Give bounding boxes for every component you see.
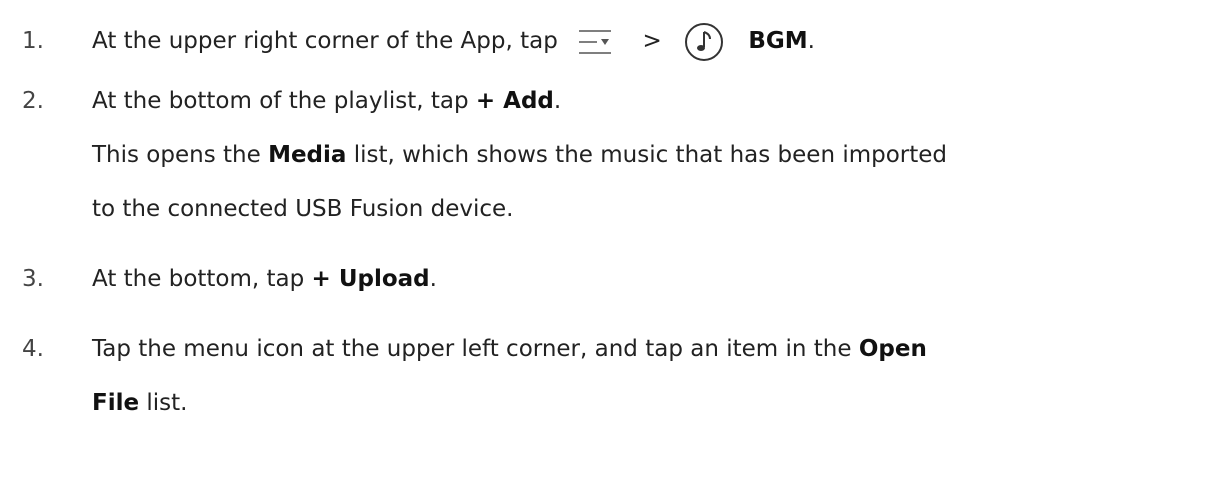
upload-label: + Upload bbox=[311, 266, 430, 292]
step-number: 2. bbox=[22, 88, 44, 114]
instruction-steps: 1. At the upper right corner of the App,… bbox=[0, 0, 1216, 430]
bgm-label: BGM bbox=[748, 28, 808, 54]
add-label: + Add bbox=[475, 88, 554, 114]
step-4-line-2: File list. bbox=[0, 376, 1216, 430]
step-text: list. bbox=[139, 390, 188, 416]
step-4: 4. Tap the menu icon at the upper left c… bbox=[0, 322, 1216, 376]
step-3: 3. At the bottom, tap + Upload. bbox=[0, 252, 1216, 306]
step-2: 2. At the bottom of the playlist, tap + … bbox=[0, 74, 1216, 128]
step-text: list, which shows the music that has bee… bbox=[346, 142, 948, 168]
step-number: 4. bbox=[22, 336, 44, 362]
step-text: to the connected USB Fusion device. bbox=[92, 196, 514, 222]
step-1: 1. At the upper right corner of the App,… bbox=[0, 14, 1216, 68]
step-text-end: . bbox=[553, 88, 562, 114]
step-text: At the bottom, tap bbox=[92, 266, 312, 292]
step-text-end: . bbox=[807, 28, 815, 54]
step-text-end: . bbox=[429, 266, 437, 292]
step-number: 1. bbox=[22, 28, 44, 54]
file-label: File bbox=[92, 390, 140, 416]
menu-dropdown-icon bbox=[575, 22, 615, 62]
open-label: Open bbox=[858, 336, 927, 362]
music-note-icon bbox=[683, 21, 725, 63]
step-text: Tap the menu icon at the upper left corn… bbox=[92, 336, 859, 362]
step-text: This opens the bbox=[92, 142, 269, 168]
step-text: At the upper right corner of the App, ta… bbox=[92, 28, 558, 54]
media-label: Media bbox=[268, 142, 347, 168]
step-text: At the bottom of the playlist, tap bbox=[92, 88, 476, 114]
step-2-line-3: to the connected USB Fusion device. bbox=[0, 182, 1216, 236]
separator: > bbox=[642, 28, 662, 54]
step-2-line-2: This opens the Media list, which shows t… bbox=[0, 128, 1216, 182]
step-number: 3. bbox=[22, 266, 44, 292]
